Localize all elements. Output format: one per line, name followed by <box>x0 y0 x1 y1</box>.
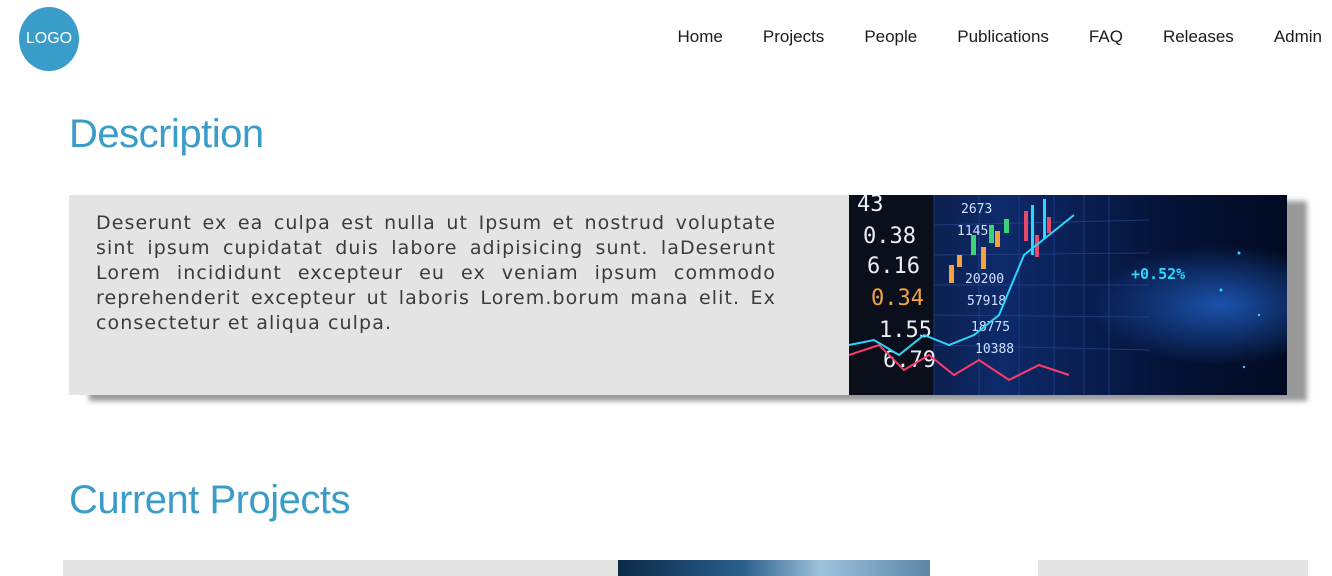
main-nav: Home Projects People Publications FAQ Re… <box>638 26 1322 48</box>
nav-projects[interactable]: Projects <box>763 26 824 48</box>
ticker-left-1: 0.38 <box>863 224 916 249</box>
ticker-mid-0: 2673 <box>961 202 992 217</box>
project-image <box>618 560 930 576</box>
project-card-2[interactable] <box>1038 560 1308 576</box>
nav-faq[interactable]: FAQ <box>1089 26 1123 48</box>
nav-admin[interactable]: Admin <box>1274 26 1322 48</box>
nav-publications[interactable]: Publications <box>957 26 1049 48</box>
logo[interactable]: LOGO <box>19 7 79 71</box>
ticker-left-5: 6.79 <box>883 348 936 373</box>
nav-releases[interactable]: Releases <box>1163 26 1234 48</box>
nav-people[interactable]: People <box>864 26 917 48</box>
description-card: Deserunt ex ea culpa est nulla ut Ipsum … <box>69 195 1287 395</box>
ticker-mid-2: 20200 <box>965 272 1004 287</box>
projects-heading: Current Projects <box>69 478 350 522</box>
ticker-mid-5: 10388 <box>975 342 1014 357</box>
ticker-left-0: 43 <box>857 195 884 217</box>
stock-market-image: 43 0.38 6.16 0.34 1.55 6.79 2673 1145 20… <box>849 195 1287 395</box>
ticker-left-3: 0.34 <box>871 286 924 311</box>
description-heading: Description <box>69 112 264 156</box>
project-card[interactable] <box>63 560 618 576</box>
description-text: Deserunt ex ea culpa est nulla ut Ipsum … <box>96 212 776 334</box>
ticker-mid-3: 57918 <box>967 294 1006 309</box>
ticker-left-4: 1.55 <box>879 318 932 343</box>
ticker-left-2: 6.16 <box>867 254 920 279</box>
nav-home[interactable]: Home <box>678 26 723 48</box>
percent-label: +0.52% <box>1131 265 1185 283</box>
